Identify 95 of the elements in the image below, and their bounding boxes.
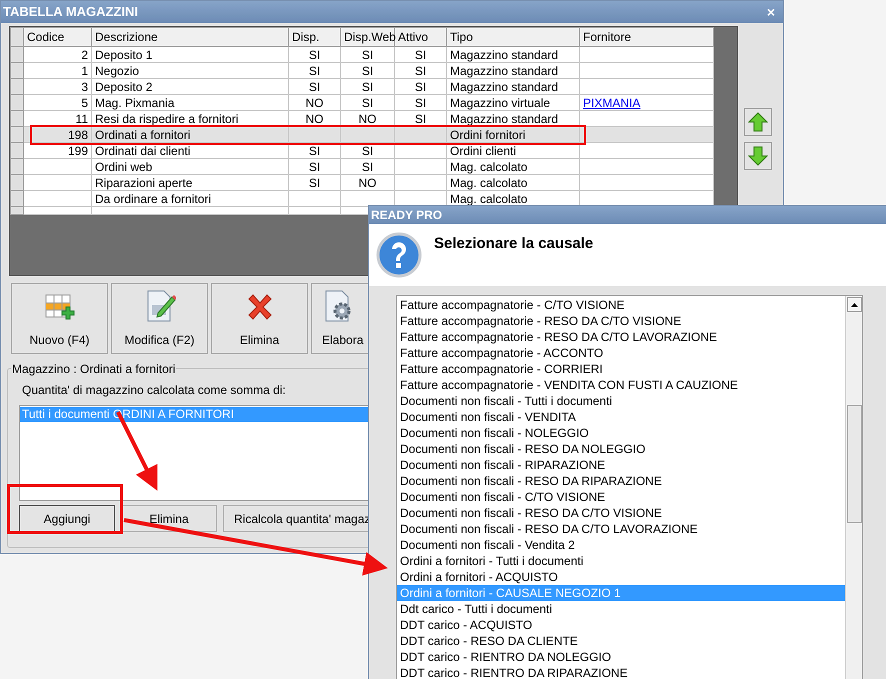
list-item[interactable]: Documenti non fiscali - Tutti i documenti xyxy=(397,393,845,409)
arrow-up-icon xyxy=(748,112,768,132)
table-cell: 5 xyxy=(81,96,88,110)
table-cell: SI xyxy=(308,48,320,62)
list-item[interactable]: DDT carico - ACQUISTO xyxy=(397,617,845,633)
table-cell: SI xyxy=(308,160,320,174)
table-cell: 2 xyxy=(81,48,88,62)
list-item[interactable]: DDT carico - RIENTRO DA NOLEGGIO xyxy=(397,649,845,665)
toolbar-button[interactable]: Modifica (F2) xyxy=(111,283,208,354)
table-cell: NO xyxy=(358,176,376,190)
column-header[interactable]: Fornitore xyxy=(580,28,714,46)
arrow-down-icon xyxy=(748,146,768,166)
table-cell: SI xyxy=(362,160,374,174)
table-row[interactable]: Riparazioni aperte SI NO Mag. calcolato xyxy=(10,174,714,190)
table-cell: SI xyxy=(308,144,320,158)
table-cell: Ordini clienti xyxy=(450,144,516,158)
table-cell: Resi da rispedire a fornitori xyxy=(95,112,238,126)
list-item[interactable]: Documenti non fiscali - RESO DA C/TO VISIONE xyxy=(397,505,845,521)
column-header[interactable]: Descrizione xyxy=(92,28,288,46)
table-cell: 199 xyxy=(68,144,88,158)
table-cell: NO xyxy=(306,96,324,110)
table-cell: 11 xyxy=(76,112,88,126)
table-cell: 198 xyxy=(68,128,88,142)
table-cell: SI xyxy=(362,96,374,110)
window-title: TABELLA MAGAZZINI xyxy=(3,3,138,22)
table-cell: SI xyxy=(414,80,426,94)
dialog-message: Selezionare la causale xyxy=(434,234,594,254)
list-item[interactable]: Documenti non fiscali - RIPARAZIONE xyxy=(397,457,845,473)
list-item[interactable]: Ordini a fornitori - Tutti i documenti xyxy=(397,553,845,569)
table-cell: SI xyxy=(308,80,320,94)
table-cell: SI xyxy=(308,64,320,78)
field-label: Quantita' di magazzino calcolata come somma di: xyxy=(22,382,286,399)
table-cell: Da ordinare a fornitori xyxy=(95,192,212,206)
toolbar-button[interactable]: Elimina xyxy=(211,283,308,354)
list-item[interactable]: Documenti non fiscali - RESO DA C/TO LAVORAZIONE xyxy=(397,521,845,537)
table-cell: Magazzino standard xyxy=(450,80,558,94)
table-cell: Deposito 1 xyxy=(95,48,152,62)
table-cell: SI xyxy=(414,112,426,126)
table-row[interactable]: Da ordinare a fornitori Mag. calcolato xyxy=(10,190,714,206)
table-cell: 3 xyxy=(81,80,88,94)
table-cell: SI xyxy=(362,48,374,62)
list-item[interactable]: Fatture accompagnatorie - VENDITA CON FUSTI A CAUZIONE xyxy=(397,377,845,393)
table-cell: SI xyxy=(362,144,374,158)
scroll-up-button[interactable] xyxy=(846,297,862,312)
scroll-thumb[interactable] xyxy=(846,405,862,523)
list-item[interactable]: Ddt carico - Tutti i documenti xyxy=(397,601,845,617)
table-row[interactable]: Ordini web SI SI Mag. calcolato xyxy=(10,158,714,174)
table-cell: Negozio xyxy=(95,64,140,78)
move-down-button[interactable] xyxy=(744,142,772,170)
list-item[interactable]: DDT carico - RESO DA CLIENTE xyxy=(397,633,845,649)
table-cell: Ordinati a fornitori xyxy=(95,128,190,142)
list-item[interactable]: Documenti non fiscali - VENDITA xyxy=(397,409,845,425)
table-row[interactable]: 198 Ordinati a fornitori Ordini fornitori xyxy=(10,126,714,142)
table-cell: NO xyxy=(306,112,324,126)
table-cell: Mag. calcolato xyxy=(450,160,528,174)
table-cell: Deposito 2 xyxy=(95,80,152,94)
list-item[interactable]: DDT carico - RIENTRO DA RIPARAZIONE xyxy=(397,665,845,679)
table-cell: Magazzino virtuale xyxy=(450,96,550,110)
table-cell: Ordini fornitori xyxy=(450,128,526,142)
table-cell: SI xyxy=(414,96,426,110)
table-cell: 1 xyxy=(81,64,88,78)
table-cell: SI xyxy=(308,176,320,190)
table-cell: NO xyxy=(358,112,376,126)
table-row[interactable]: 5 Mag. Pixmania NO SI SI Magazzino virtuale PIXMANIA xyxy=(10,94,714,110)
table-cell: Mag. calcolato xyxy=(450,192,528,206)
table-cell: Mag. calcolato xyxy=(450,176,528,190)
column-header[interactable]: Tipo xyxy=(446,28,580,46)
list-item[interactable]: Documenti non fiscali - NOLEGGIO xyxy=(397,425,845,441)
table-cell: Magazzino standard xyxy=(450,48,558,62)
table-cell: SI xyxy=(414,48,426,62)
table-row[interactable]: 2 Deposito 1 SI SI SI Magazzino standard xyxy=(10,46,714,62)
table-cell: Riparazioni aperte xyxy=(95,176,192,190)
action-button[interactable]: Aggiungi xyxy=(19,505,115,532)
list-item[interactable]: Documenti non fiscali - C/TO VISIONE xyxy=(397,489,845,505)
list-item[interactable]: Ordini a fornitori - ACQUISTO xyxy=(397,569,845,585)
question-icon xyxy=(376,232,422,278)
list-item[interactable]: Documenti non fiscali - Vendita 2 xyxy=(397,537,845,553)
table-row[interactable]: 1 Negozio SI SI SI Magazzino standard xyxy=(10,62,714,78)
list-item[interactable]: Fatture accompagnatorie - CORRIERI xyxy=(397,361,845,377)
dialog-title: READY PRO xyxy=(371,207,442,224)
toolbar-button[interactable]: Nuovo (F4) xyxy=(11,283,108,354)
scrollbar[interactable] xyxy=(845,296,862,679)
table-cell: SI xyxy=(362,64,374,78)
move-up-button[interactable] xyxy=(744,108,772,136)
table-row[interactable]: 3 Deposito 2 SI SI SI Magazzino standard xyxy=(10,78,714,94)
table-cell: Ordini web xyxy=(95,160,152,174)
table-cell: Mag. Pixmania xyxy=(95,96,174,110)
caret-up-icon xyxy=(850,302,858,306)
table-cell: Ordinati dai clienti xyxy=(95,144,190,158)
table-cell: SI xyxy=(414,64,426,78)
table-cell: Magazzino standard xyxy=(450,64,558,78)
table-cell: Magazzino standard xyxy=(450,112,558,126)
table-cell: SI xyxy=(362,80,374,94)
list-item[interactable]: Documenti non fiscali - RESO DA RIPARAZIONE xyxy=(397,473,845,489)
list-item[interactable]: Documenti non fiscali - RESO DA NOLEGGIO xyxy=(397,441,845,457)
